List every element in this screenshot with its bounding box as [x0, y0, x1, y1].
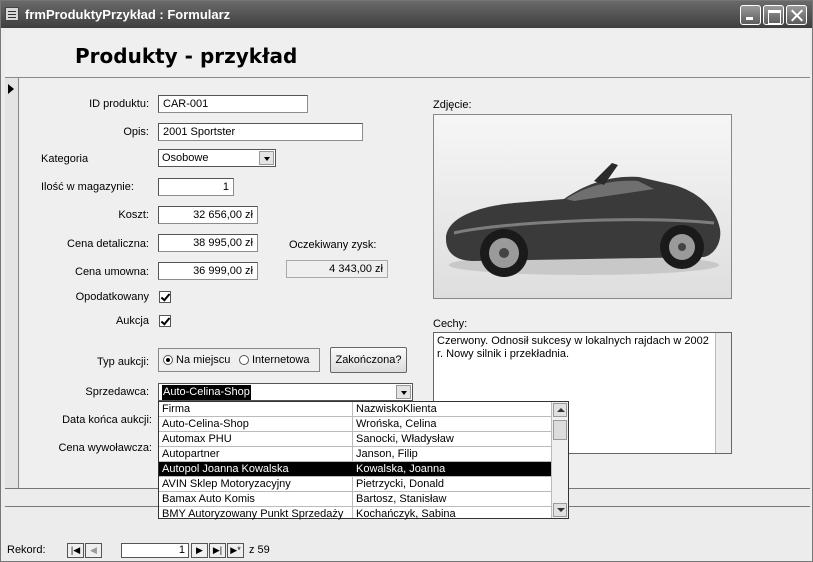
- list-item-nazwisko: Kochańczyk, Sabina: [356, 508, 456, 520]
- internetowa-radio[interactable]: [239, 355, 249, 365]
- list-item-nazwisko: Wrońska, Celina: [356, 418, 437, 430]
- list-item-firma: AVIN Sklep Motoryzacyjny: [162, 478, 291, 490]
- form-header: Produkty - przykład: [5, 30, 810, 78]
- opodatkowany-checkbox[interactable]: [159, 291, 171, 303]
- product-photo: [433, 114, 732, 299]
- form-icon[interactable]: [5, 7, 19, 21]
- form-window: frmProduktyPrzykład : Formularz Produkty…: [0, 0, 813, 562]
- sprzedawca-value: Auto-Celina-Shop: [162, 385, 251, 400]
- scroll-thumb[interactable]: [553, 420, 567, 440]
- zysk-label: Oczekiwany zysk:: [289, 239, 377, 251]
- kategoria-value: Osobowe: [162, 152, 209, 164]
- list-item-firma: Autopol Joanna Kowalska: [162, 463, 289, 475]
- scroll-up-icon[interactable]: [553, 403, 567, 417]
- kategoria-combo[interactable]: Osobowe: [158, 149, 276, 167]
- ilosc-label: Ilość w magazynie:: [41, 181, 134, 193]
- scroll-down-icon[interactable]: [553, 503, 567, 517]
- typ-aukcji-label: Typ aukcji:: [97, 356, 149, 368]
- cechy-label: Cechy:: [433, 318, 468, 330]
- list-item[interactable]: Bamax Auto Komis Bartosz, Stanisław: [159, 492, 552, 507]
- sprzedawca-label: Sprzedawca:: [85, 386, 149, 398]
- title-bar: frmProduktyPrzykład : Formularz: [1, 1, 812, 28]
- zdjecie-label: Zdjęcie:: [433, 99, 472, 111]
- ilosc-field[interactable]: 1: [158, 178, 234, 196]
- cena-umowna-label: Cena umowna:: [75, 266, 149, 278]
- window-title: frmProduktyPrzykład : Formularz: [25, 7, 231, 22]
- koszt-field[interactable]: 32 656,00 zł: [158, 206, 258, 224]
- current-record-arrow-icon: [8, 84, 14, 94]
- current-record-field[interactable]: 1: [121, 543, 189, 558]
- aukcja-checkbox[interactable]: [159, 315, 171, 327]
- dropdown-arrow-icon[interactable]: [259, 151, 274, 165]
- dropdown-arrow-icon[interactable]: [396, 385, 411, 399]
- last-record-icon[interactable]: ▶|: [209, 543, 226, 558]
- zakonczona-button[interactable]: Zakończona?: [330, 347, 407, 373]
- list-item[interactable]: BMY Autoryzowany Punkt Sprzedaży Kochańc…: [159, 507, 552, 522]
- list-header-row: Firma NazwiskoKlienta: [159, 402, 552, 417]
- list-item-firma: Automax PHU: [162, 433, 232, 445]
- sprzedawca-dropdown-list[interactable]: Firma NazwiskoKlienta Auto-Celina-Shop W…: [158, 401, 569, 522]
- column-header-nazwisko: NazwiskoKlienta: [356, 403, 437, 415]
- kategoria-label: Kategoria: [41, 153, 89, 165]
- notes-scrollbar[interactable]: [715, 333, 731, 453]
- new-record-icon[interactable]: ▶*: [227, 543, 244, 558]
- close-button[interactable]: [786, 5, 807, 25]
- id-field[interactable]: CAR-001: [158, 95, 308, 113]
- record-navigation: Rekord: |◀ ◀ 1 ▶ ▶| ▶* z 59: [5, 541, 810, 559]
- koszt-label: Koszt:: [118, 209, 149, 221]
- list-item[interactable]: Autopartner Janson, Filip: [159, 447, 552, 462]
- cena-umowna-field[interactable]: 36 999,00 zł: [158, 262, 258, 280]
- list-scrollbar[interactable]: [551, 402, 568, 518]
- list-item-nazwisko: Janson, Filip: [356, 448, 418, 460]
- internetowa-label[interactable]: Internetowa: [252, 354, 309, 366]
- first-record-icon[interactable]: |◀: [67, 543, 84, 558]
- list-item-nazwisko: Bartosz, Stanisław: [356, 493, 447, 505]
- record-count: z 59: [249, 544, 270, 556]
- opis-field[interactable]: 2001 Sportster: [158, 123, 363, 141]
- na-miejscu-radio[interactable]: [163, 355, 173, 365]
- previous-record-icon[interactable]: ◀: [85, 543, 102, 558]
- cena-detaliczna-label: Cena detaliczna:: [67, 238, 149, 250]
- list-item-selected[interactable]: Autopol Joanna Kowalska Kowalska, Joanna: [159, 462, 552, 477]
- cechy-text: Czerwony. Odnosił sukcesy w lokalnych ra…: [437, 335, 709, 360]
- record-selector[interactable]: [5, 78, 19, 488]
- zysk-field: 4 343,00 zł: [286, 260, 388, 278]
- minimize-button[interactable]: [740, 5, 761, 25]
- maximize-button[interactable]: [763, 5, 784, 25]
- list-item[interactable]: Automax PHU Sanocki, Władysław: [159, 432, 552, 447]
- list-item-firma: Auto-Celina-Shop: [162, 418, 249, 430]
- list-item-nazwisko: Pietrzycki, Donald: [356, 478, 445, 490]
- na-miejscu-label[interactable]: Na miejscu: [176, 354, 230, 366]
- next-record-icon[interactable]: ▶: [191, 543, 208, 558]
- car-image: [446, 163, 721, 277]
- list-item-firma: Bamax Auto Komis: [162, 493, 255, 505]
- cena-wywolawcza-label: Cena wywoławcza:: [58, 442, 152, 454]
- aukcja-label: Aukcja: [115, 315, 149, 327]
- sprzedawca-combo[interactable]: Auto-Celina-Shop: [158, 383, 413, 401]
- list-item-nazwisko: Sanocki, Władysław: [356, 433, 454, 445]
- list-item[interactable]: AVIN Sklep Motoryzacyjny Pietrzycki, Don…: [159, 477, 552, 492]
- opodatkowany-label: Opodatkowany: [75, 291, 149, 303]
- data-konca-label: Data końca aukcji:: [62, 414, 152, 426]
- column-header-firma: Firma: [162, 403, 191, 415]
- opis-label: Opis:: [123, 126, 149, 138]
- cena-detaliczna-field[interactable]: 38 995,00 zł: [158, 234, 258, 252]
- list-item-nazwisko: Kowalska, Joanna: [356, 463, 446, 475]
- list-item-firma: Autopartner: [162, 448, 220, 460]
- record-label: Rekord:: [7, 544, 46, 556]
- form-heading: Produkty - przykład: [75, 44, 298, 68]
- typ-aukcji-option-group: Na miejscu Internetowa: [158, 348, 320, 372]
- list-item[interactable]: Auto-Celina-Shop Wrońska, Celina: [159, 417, 552, 432]
- list-item-firma: BMY Autoryzowany Punkt Sprzedaży: [162, 508, 344, 520]
- id-label: ID produktu:: [89, 98, 149, 110]
